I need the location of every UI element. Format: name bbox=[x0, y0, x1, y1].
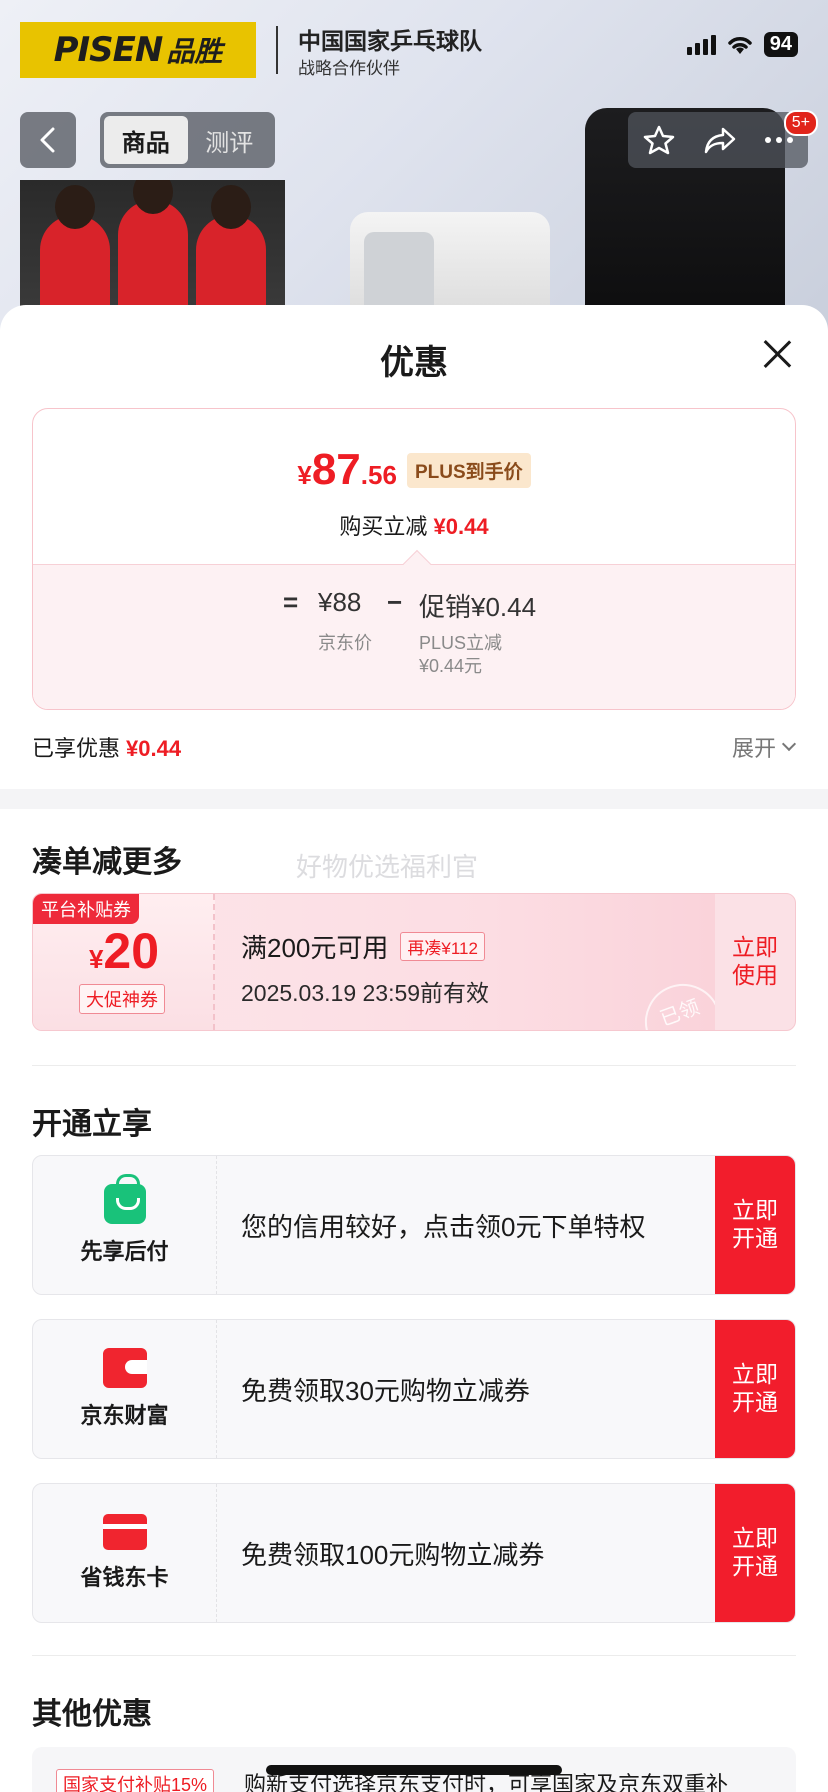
service-desc: 免费领取100元购物立减券 bbox=[241, 1539, 545, 1570]
service-name: 先享后付 bbox=[80, 1239, 169, 1264]
close-button[interactable] bbox=[762, 339, 792, 369]
open-now-button[interactable]: 立即 开通 bbox=[715, 1320, 795, 1458]
subsidy-tag: 国家支付补贴15% bbox=[56, 1769, 215, 1792]
wifi-icon bbox=[728, 36, 752, 54]
section-gap bbox=[0, 789, 828, 809]
service-desc: 您的信用较好，点击领0元下单特权 bbox=[241, 1211, 646, 1242]
use-coupon-button[interactable]: 立即 使用 bbox=[715, 894, 795, 1030]
promo-discount: 促销¥0.44 bbox=[419, 592, 537, 622]
expand-button[interactable]: 展开 bbox=[732, 731, 797, 763]
star-icon[interactable] bbox=[642, 124, 676, 156]
add-more-tag: 再凑¥112 bbox=[400, 932, 485, 961]
tab-product[interactable]: 商品 bbox=[104, 116, 188, 164]
formula-equals: = bbox=[283, 587, 299, 617]
open-now-button[interactable]: 立即 开通 bbox=[715, 1484, 795, 1622]
service-desc: 免费领取30元购物立减券 bbox=[241, 1375, 530, 1406]
section-title-open: 开通立享 bbox=[32, 1108, 152, 1141]
wallet-icon bbox=[102, 1348, 147, 1388]
brand-divider bbox=[276, 26, 278, 74]
price-card: ¥87.56 PLUS到手价 购买立减 ¥0.44 = ¥88 京东价 − 促销… bbox=[32, 408, 796, 710]
athletes-image bbox=[20, 180, 285, 310]
plus-price-tag: PLUS到手价 bbox=[406, 453, 531, 488]
share-icon[interactable] bbox=[703, 125, 737, 155]
final-price: ¥87.56 bbox=[297, 445, 397, 494]
service-card-jd-wealth: 京东财富 免费领取30元购物立减券 立即 开通 bbox=[32, 1319, 796, 1459]
cellular-signal-icon bbox=[686, 34, 716, 55]
section-title-other: 其他优惠 bbox=[32, 1698, 152, 1731]
divider bbox=[32, 1065, 796, 1066]
jd-price: ¥88 bbox=[318, 587, 362, 617]
product-hero: PISEN 品胜 中国国家乒乓球队 战略合作伙伴 94 商品 测评 5+ bbox=[0, 0, 828, 330]
tab-switcher: 商品 测评 bbox=[100, 112, 275, 168]
coupon-condition: 满200元可用 再凑¥112 bbox=[241, 928, 485, 965]
back-icon bbox=[40, 127, 55, 153]
divider bbox=[32, 1655, 796, 1656]
coupon-validity: 2025.03.19 23:59前有效 bbox=[241, 980, 490, 1006]
brand-logo-cn: 品胜 bbox=[166, 36, 223, 67]
purchase-reduction: 购买立减 ¥0.44 bbox=[339, 514, 489, 539]
jd-price-label: 京东价 bbox=[318, 633, 372, 653]
brand-logo: PISEN 品胜 bbox=[20, 22, 256, 78]
discount-sheet: 优惠 ¥87.56 PLUS到手价 购买立减 ¥0.44 = ¥88 京东价 −… bbox=[0, 305, 828, 1792]
partner-title: 中国国家乒乓球队 bbox=[298, 28, 482, 54]
more-icon[interactable] bbox=[764, 136, 794, 144]
coupon-amount: ¥20 bbox=[88, 923, 160, 979]
watermark-text: 好物优选福利官 bbox=[296, 852, 479, 882]
brand-logo-text: PISEN bbox=[53, 30, 164, 70]
service-card-saving-card: 省钱东卡 免费领取100元购物立减券 立即 开通 bbox=[32, 1483, 796, 1623]
open-now-button[interactable]: 立即 开通 bbox=[715, 1156, 795, 1294]
chevron-down-icon bbox=[781, 736, 797, 752]
coupon-kind: 大促神券 bbox=[79, 984, 165, 1014]
status-bar: 94 bbox=[686, 32, 798, 57]
home-indicator bbox=[266, 1765, 562, 1775]
sheet-title: 优惠 bbox=[380, 344, 448, 382]
section-title-coupons: 凑单减更多 bbox=[32, 846, 182, 879]
back-button[interactable] bbox=[20, 112, 76, 168]
service-card-pay-later: 先享后付 您的信用较好，点击领0元下单特权 立即 开通 bbox=[32, 1155, 796, 1295]
header-actions bbox=[628, 112, 808, 168]
enjoyed-discount: 已享优惠 ¥0.44 bbox=[32, 736, 182, 761]
price-formula: = ¥88 京东价 − 促销¥0.44 PLUS立减 ¥0.44元 bbox=[33, 549, 795, 709]
partner-subtitle: 战略合作伙伴 bbox=[298, 59, 400, 78]
formula-minus: − bbox=[387, 587, 403, 617]
shopping-bag-icon bbox=[103, 1174, 146, 1224]
coupon-tag: 平台补贴券 bbox=[33, 894, 139, 924]
service-name: 京东财富 bbox=[80, 1403, 169, 1428]
coupon-card: 平台补贴券 ¥20 大促神券 满200元可用 再凑¥112 2025.03.19… bbox=[32, 893, 796, 1031]
notification-badge: 5+ bbox=[783, 110, 818, 136]
service-name: 省钱东卡 bbox=[80, 1565, 169, 1590]
promo-detail-line2: ¥0.44元 bbox=[419, 656, 483, 676]
battery-indicator: 94 bbox=[763, 32, 798, 57]
tab-review[interactable]: 测评 bbox=[188, 116, 272, 164]
card-icon bbox=[102, 1514, 147, 1550]
